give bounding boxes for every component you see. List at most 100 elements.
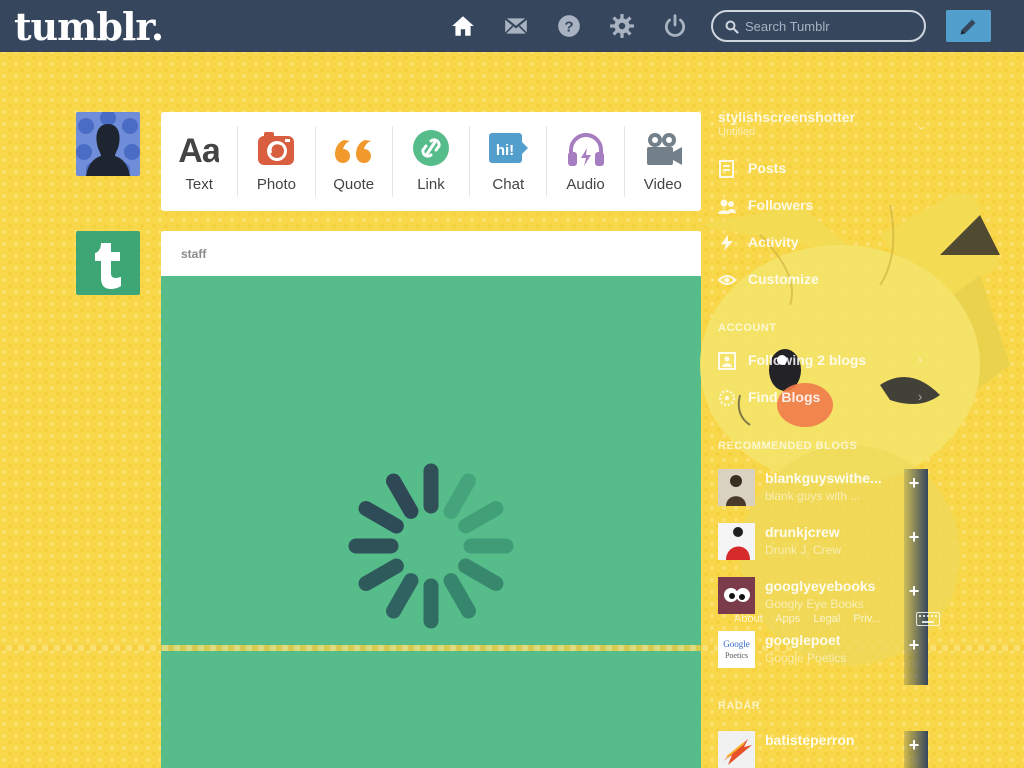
post-type-label: Photo [256, 176, 297, 193]
tumblr-t-icon [95, 243, 121, 289]
recommended-blog-avatar[interactable] [718, 577, 755, 614]
link-icon [411, 130, 451, 170]
footer-link-legal[interactable]: Legal [813, 613, 840, 625]
chat-icon: hi! [488, 130, 529, 170]
chevron-right-icon: › [918, 352, 923, 367]
sidebar-item-activity[interactable]: Activity [718, 232, 933, 254]
footer-link-about[interactable]: About [734, 613, 763, 625]
post-type-video[interactable]: Video [625, 126, 701, 197]
sidebar-section-recommended: RECOMMENDED BLOGS [718, 440, 858, 452]
radar-blog: batisteperron + [718, 731, 928, 768]
follow-plus-icon[interactable]: + [906, 474, 922, 492]
post-header: staff [161, 231, 701, 276]
post-type-photo[interactable]: Photo [238, 126, 316, 197]
text-icon: Aa [178, 130, 223, 170]
post-content [161, 276, 701, 768]
search-icon [725, 20, 739, 34]
footer-links: About Apps Legal Priv... [734, 613, 891, 625]
radar-blog-avatar[interactable] [718, 731, 755, 768]
loading-spinner-icon [348, 463, 514, 629]
follow-plus-icon[interactable]: + [906, 582, 922, 600]
footer-link-privacy[interactable]: Priv... [853, 613, 880, 625]
sidebar-item-find-blogs[interactable]: Find Blogs [718, 387, 933, 409]
sidebar-item-posts[interactable]: Posts [718, 158, 933, 180]
following-icon [718, 352, 736, 370]
sidebar-item-label: Find Blogs [748, 389, 821, 405]
sidebar-item-label: Following 2 blogs [748, 352, 867, 368]
sidebar-item-label: Activity [748, 234, 799, 250]
sidebar-item-label: Posts [748, 160, 787, 176]
recommended-blog: googlyeyebooks Googly Eye Books + [718, 577, 928, 631]
recommended-blog-avatar[interactable]: Google Poetics [718, 631, 755, 668]
mail-icon[interactable] [503, 13, 529, 39]
sidebar-blog-subtitle: Untitled [718, 126, 756, 138]
eye-icon [717, 271, 737, 289]
follow-plus-icon[interactable]: + [906, 528, 922, 546]
post-type-label: Video [643, 176, 682, 193]
post-type-label: Text [185, 176, 213, 193]
sidebar-item-following[interactable]: Following 2 blogs [718, 350, 933, 372]
post-type-bar: Aa Text Photo Quote Link hi! Chat Audio [161, 112, 701, 211]
recommended-blog-avatar[interactable] [718, 523, 755, 560]
follow-plus-icon[interactable]: + [906, 636, 922, 654]
recommended-blog-subtitle: Googly Eye Books [765, 597, 864, 611]
post-type-label: Chat [492, 176, 525, 193]
user-avatar[interactable] [76, 112, 140, 176]
recommended-blog-name: googlyeyebooks [765, 578, 876, 594]
posts-icon [718, 160, 736, 178]
svg-text:?: ? [564, 18, 573, 35]
post-type-quote[interactable]: Quote [316, 126, 393, 197]
pencil-icon [960, 19, 976, 35]
video-camera-icon [643, 130, 683, 170]
sidebar-item-customize[interactable]: Customize [717, 269, 933, 291]
search-input[interactable] [745, 17, 915, 35]
svg-text:Poetics: Poetics [725, 651, 748, 660]
post-type-label: Quote [333, 176, 375, 193]
keyboard-icon[interactable] [916, 612, 940, 626]
svg-text:Google: Google [723, 639, 750, 649]
gear-icon[interactable] [609, 13, 635, 39]
power-icon[interactable] [662, 13, 688, 39]
camera-icon [256, 130, 296, 170]
help-icon[interactable]: ? [556, 13, 582, 39]
find-blogs-icon [718, 389, 736, 407]
chevron-right-icon: › [918, 389, 923, 404]
post-type-chat[interactable]: hi! Chat [470, 126, 548, 197]
compose-button[interactable] [946, 10, 991, 42]
search-box[interactable] [711, 10, 926, 42]
chevron-down-icon[interactable]: ⌄ [916, 118, 927, 134]
svg-text:Aa: Aa [179, 132, 219, 170]
tumblr-logo[interactable]: tumblr. [14, 4, 164, 49]
activity-icon [718, 234, 736, 252]
svg-text:hi!: hi! [496, 142, 514, 159]
sidebar-section-radar: RADAR [718, 700, 761, 712]
post-type-link[interactable]: Link [393, 126, 471, 197]
recommended-blog-subtitle: Drunk J. Crew [765, 543, 842, 557]
sidebar-item-followers[interactable]: Followers [718, 195, 933, 217]
recommended-blog-subtitle: blank guys with ... [765, 489, 861, 503]
post-type-text[interactable]: Aa Text [161, 126, 239, 197]
quote-icon [334, 130, 374, 170]
followers-icon [718, 197, 736, 215]
headphones-icon [566, 130, 606, 170]
footer-link-apps[interactable]: Apps [775, 613, 800, 625]
recommended-blog: blankguyswithe... blank guys with ... + [718, 469, 928, 523]
recommended-blog: Google Poetics googlepoet Google Poetics … [718, 631, 928, 685]
sidebar-item-label: Customize [748, 271, 819, 287]
recommended-blog-avatar[interactable] [718, 469, 755, 506]
recommended-blog-name: blankguyswithe... [765, 470, 882, 486]
recommended-blog: drunkjcrew Drunk J. Crew + [718, 523, 928, 577]
sidebar-section-account: ACCOUNT [718, 322, 777, 334]
post-type-label: Link [417, 176, 445, 193]
home-icon[interactable] [450, 13, 476, 39]
top-navigation-bar: tumblr. ? [0, 0, 1024, 52]
recommended-blog-subtitle: Google Poetics [765, 651, 847, 665]
sidebar-blog-name[interactable]: stylishscreenshotter [718, 109, 855, 125]
post-type-audio[interactable]: Audio [547, 126, 625, 197]
radar-blog-name: batisteperron [765, 732, 855, 748]
post-author[interactable]: staff [181, 247, 206, 261]
follow-plus-icon[interactable]: + [906, 736, 922, 754]
recommended-blog-name: googlepoet [765, 632, 841, 648]
post-type-label: Audio [566, 176, 605, 193]
staff-avatar[interactable] [76, 231, 140, 295]
